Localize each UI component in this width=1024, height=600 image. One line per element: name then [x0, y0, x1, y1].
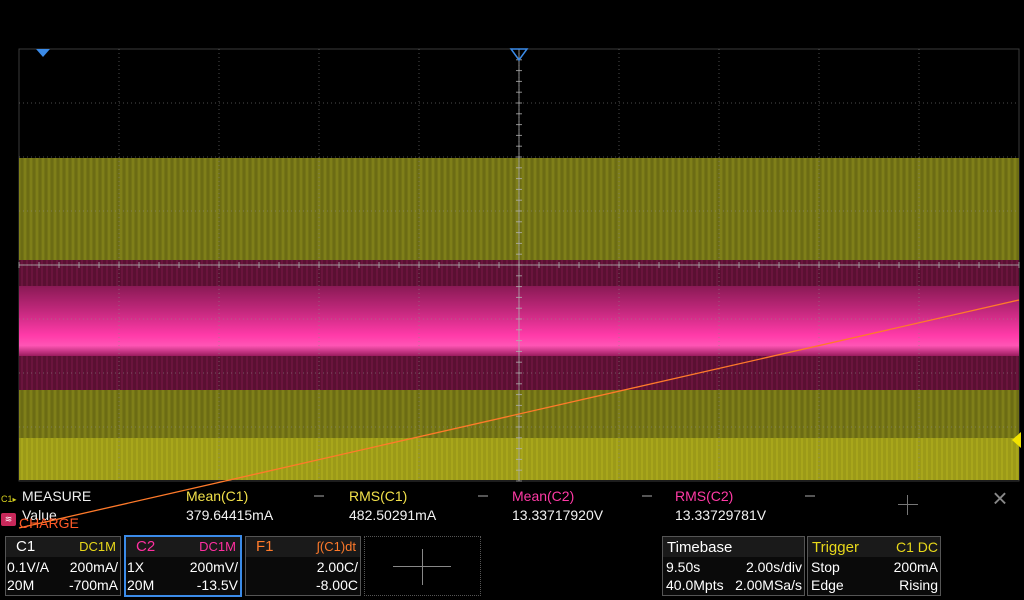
- c2-scale: 200mV/: [189, 559, 238, 575]
- measure-val-rms-c2: 13.33729781V: [675, 507, 767, 523]
- c1-offset: -700mA: [68, 577, 118, 593]
- trigger-state: Stop: [811, 559, 840, 575]
- measure-val-rms-c1: 482.50291mA: [349, 507, 437, 523]
- timebase-panel[interactable]: Timebase 9.50s 2.00s/div 40.0Mpts 2.00MS…: [662, 536, 805, 596]
- measure-title: MEASURE: [22, 488, 92, 504]
- measure-col-mean-c1: Mean(C1): [186, 488, 249, 504]
- c2-coupling: DC1M: [199, 539, 236, 554]
- c1-coupling: DC1M: [79, 539, 116, 554]
- c2-offset: -13.5V: [196, 577, 238, 593]
- status-bar: C1 DC1M 0.1V/A 200mA/ 20M -700mA C2 DC1M…: [0, 534, 1024, 600]
- measure-sep-icon: [642, 495, 652, 497]
- close-icon[interactable]: ×: [989, 485, 1011, 511]
- f1-expression: ∫(C1)dt: [316, 539, 356, 554]
- trigger-slope: Rising: [899, 577, 938, 593]
- c2-channel-panel[interactable]: C2 DC1M 1X 200mV/ 20M -13.5V: [124, 535, 242, 597]
- c2-tag: C2: [136, 538, 156, 555]
- c2-probe: 1X: [127, 559, 145, 575]
- f1-offset: -8.00C: [315, 577, 358, 593]
- measure-panel: C1▸ ≋ MEASURE Value CHARGE Mean(C1) 379.…: [0, 484, 1020, 531]
- timebase-sample-rate: 2.00MSa/s: [735, 577, 802, 593]
- trigger-source: C1 DC: [895, 539, 938, 555]
- f1-channel-marker: ≋: [1, 513, 16, 526]
- measure-col-mean-c2: Mean(C2): [512, 488, 575, 504]
- c1-bandwidth: 20M: [7, 577, 35, 593]
- c1-probe: 0.1V/A: [7, 559, 50, 575]
- timebase-memory-depth: 40.0Mpts: [666, 577, 724, 593]
- timebase-title: Timebase: [667, 539, 733, 556]
- measure-val-mean-c1: 379.64415mA: [186, 507, 274, 523]
- timebase-delay: 9.50s: [666, 559, 701, 575]
- f1-tag: F1: [256, 538, 274, 555]
- trigger-panel[interactable]: Trigger C1 DC Stop 200mA Edge Rising: [807, 536, 941, 596]
- f1-marker-label: CHARGE: [19, 515, 79, 531]
- timebase-scale: 2.00s/div: [745, 559, 802, 575]
- f1-scale: 2.00C/: [316, 559, 358, 575]
- measure-sep-icon: [805, 495, 815, 497]
- crosshair-icon[interactable]: [898, 495, 918, 515]
- measure-sep-icon: [478, 495, 488, 497]
- trigger-level: 200mA: [893, 559, 938, 575]
- add-channel-button[interactable]: [364, 536, 481, 596]
- measure-col-rms-c2: RMS(C2): [675, 488, 734, 504]
- c1-tag: C1: [16, 538, 36, 555]
- c1-channel-panel[interactable]: C1 DC1M 0.1V/A 200mA/ 20M -700mA: [5, 536, 121, 596]
- plus-icon-vertical: [422, 549, 423, 585]
- c1-channel-marker: C1▸: [1, 494, 17, 504]
- measure-val-mean-c2: 13.33717920V: [512, 507, 604, 523]
- c2-bandwidth: 20M: [127, 577, 155, 593]
- measure-sep-icon: [314, 495, 324, 497]
- f1-math-panel[interactable]: F1 ∫(C1)dt 2.00C/ -8.00C: [245, 536, 361, 596]
- trigger-type: Edge: [811, 577, 844, 593]
- trigger-title: Trigger: [812, 539, 859, 556]
- c1-scale: 200mA/: [69, 559, 118, 575]
- measure-col-rms-c1: RMS(C1): [349, 488, 408, 504]
